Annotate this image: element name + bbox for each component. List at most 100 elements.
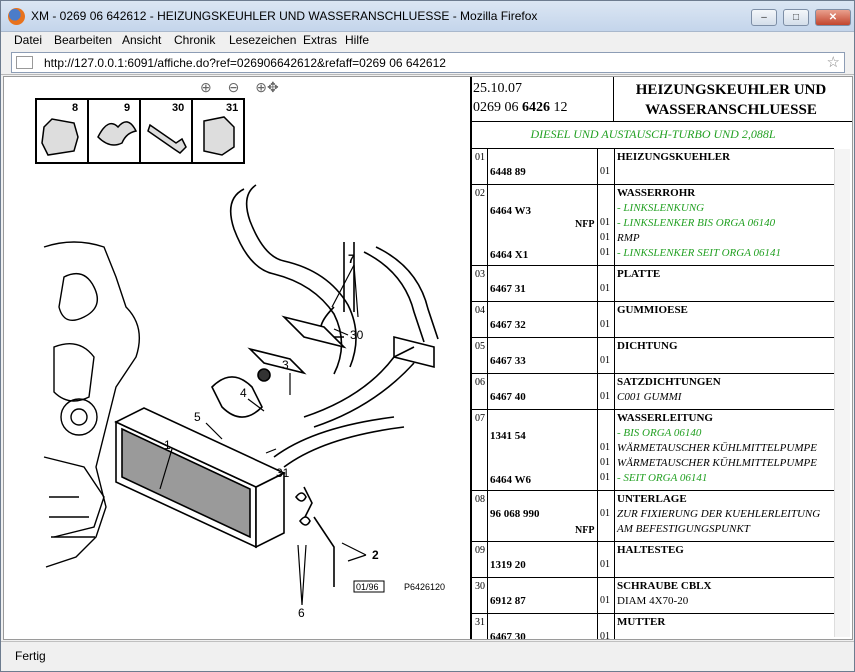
title-bar: XM - 0269 06 642612 - HEIZUNGSKEUHLER UN… bbox=[1, 1, 854, 32]
row-number: 02 bbox=[475, 188, 485, 199]
status-bar: Fertig bbox=[1, 641, 854, 671]
row-number: 01 bbox=[475, 152, 485, 163]
browser-window: XM - 0269 06 642612 - HEIZUNGSKEUHLER UN… bbox=[0, 0, 855, 672]
minimize-button[interactable]: – bbox=[751, 9, 777, 26]
table-row: 07 1341 54 6464 W6 01 01 01 WASSERLEITUNG - BIS… bbox=[472, 410, 834, 491]
maximize-button[interactable]: □ bbox=[783, 9, 809, 26]
parts-list-pane: 25.10.07 0269 06 6426 12 HEIZUNGSKEUHLER… bbox=[472, 77, 852, 639]
row-number: 03 bbox=[475, 269, 485, 280]
part-reference[interactable]: 1319 20 bbox=[490, 559, 526, 571]
part-name: WASSERLEITUNG bbox=[617, 412, 713, 424]
part-reference[interactable]: 6467 31 bbox=[490, 283, 526, 295]
nfp-flag: NFP bbox=[575, 219, 595, 230]
callout-30: 30 bbox=[350, 328, 364, 342]
table-row: 08 96 068 990 NFP 01 UNTERLAGE ZUR FIXIERUNG … bbox=[472, 491, 834, 542]
quantity: 01 bbox=[600, 232, 610, 243]
quantity: 01 bbox=[600, 283, 610, 294]
quantity: 01 bbox=[600, 508, 610, 519]
parts-diagram: 8 9 30 31 7 3 4 30 5 1 31 2 6 01/96 P642… bbox=[35, 98, 445, 620]
part-note: WÄRMETAUSCHER KÜHLMITTELPUMPE bbox=[617, 457, 817, 469]
menu-bearbeiten[interactable]: Bearbeiten bbox=[54, 33, 112, 47]
menu-hilfe[interactable]: Hilfe bbox=[345, 33, 369, 47]
row-number: 31 bbox=[475, 617, 485, 628]
quantity: 01 bbox=[600, 472, 610, 483]
table-row: 02 6464 W3 6464 X1 NFP 01 01 01 WASSERROHR - LIN… bbox=[472, 185, 834, 266]
row-number: 08 bbox=[475, 494, 485, 505]
callout-7: 7 bbox=[348, 252, 355, 266]
quantity: 01 bbox=[600, 442, 610, 453]
page-content: ⊕ ⊖ ⊕✥ 8 9 30 31 7 3 4 30 5 1 31 2 6 01/… bbox=[3, 76, 853, 640]
firefox-icon bbox=[8, 8, 25, 25]
table-row: 06 6467 40 01 SATZDICHTUNGEN C001 GUMMI bbox=[472, 374, 834, 410]
scrollbar[interactable] bbox=[834, 149, 850, 637]
row-number: 04 bbox=[475, 305, 485, 316]
callout-6: 6 bbox=[298, 606, 305, 620]
part-reference[interactable]: 6467 40 bbox=[490, 391, 526, 403]
thumb-label-31: 31 bbox=[226, 102, 238, 114]
row-number: 07 bbox=[475, 413, 485, 424]
part-reference[interactable]: 6448 89 bbox=[490, 166, 526, 178]
menu-extras[interactable]: Extras bbox=[303, 33, 337, 47]
part-note: - LINKSLENKER SEIT ORGA 06141 bbox=[617, 247, 781, 259]
part-name: DICHTUNG bbox=[617, 340, 678, 352]
part-reference[interactable]: 1341 54 bbox=[490, 430, 526, 442]
menu-lesezeichen[interactable]: Lesezeichen bbox=[229, 33, 296, 47]
part-reference[interactable]: 6464 W6 bbox=[490, 474, 531, 486]
callout-2: 2 bbox=[372, 548, 379, 562]
table-row: 31 6467 30 01 MUTTER bbox=[472, 614, 834, 639]
quantity: 01 bbox=[600, 319, 610, 330]
part-note: - LINKSLENKER BIS ORGA 06140 bbox=[617, 217, 776, 229]
row-number: 30 bbox=[475, 581, 485, 592]
part-reference[interactable]: 6464 X1 bbox=[490, 249, 528, 261]
part-name: SATZDICHTUNGEN bbox=[617, 376, 721, 388]
menu-chronik[interactable]: Chronik bbox=[174, 33, 215, 47]
part-note: AM BEFESTIGUNGSPUNKT bbox=[617, 523, 750, 535]
menu-bar: Datei Bearbeiten Ansicht Chronik Lesezei… bbox=[1, 32, 854, 50]
url-text[interactable]: http://127.0.0.1:6091/affiche.do?ref=026… bbox=[44, 56, 446, 70]
quantity: 01 bbox=[600, 559, 610, 570]
table-row: 04 6467 32 01 GUMMIOESE bbox=[472, 302, 834, 338]
quantity: 01 bbox=[600, 217, 610, 228]
header-reference: 0269 06 6426 12 bbox=[473, 100, 568, 115]
heater-core bbox=[114, 407, 286, 549]
parts-table: 01 6448 89 01 HEIZUNGSKUEHLER 02 6464 W3 6464 … bbox=[472, 149, 834, 639]
quantity: 01 bbox=[600, 595, 610, 606]
part-name: HALTESTEG bbox=[617, 544, 684, 556]
part-reference[interactable]: 6912 87 bbox=[490, 595, 526, 607]
menu-datei[interactable]: Datei bbox=[14, 33, 42, 47]
callout-4: 4 bbox=[240, 386, 247, 400]
menu-ansicht[interactable]: Ansicht bbox=[122, 33, 161, 47]
header-subtitle: DIESEL UND AUSTAUSCH-TURBO UND 2,088L bbox=[530, 127, 776, 141]
part-name: UNTERLAGE bbox=[617, 493, 687, 505]
part-name: GUMMIOESE bbox=[617, 304, 688, 316]
part-note: C001 GUMMI bbox=[617, 391, 682, 403]
diagram-footer-code: P6426120 bbox=[404, 582, 445, 592]
status-text: Fertig bbox=[15, 649, 46, 663]
quantity: 01 bbox=[600, 391, 610, 402]
row-number: 09 bbox=[475, 545, 485, 556]
part-reference[interactable]: 6467 32 bbox=[490, 319, 526, 331]
part-reference[interactable]: 96 068 990 bbox=[490, 508, 540, 520]
part-note: DIAM 4X70-20 bbox=[617, 595, 689, 607]
quantity: 01 bbox=[600, 631, 610, 639]
close-button[interactable]: ✕ bbox=[815, 9, 851, 26]
callout-5: 5 bbox=[194, 410, 201, 424]
part-name: SCHRAUBE CBLX bbox=[617, 580, 712, 592]
part-reference[interactable]: 6467 30 bbox=[490, 631, 526, 639]
callout-1: 1 bbox=[164, 438, 171, 452]
thumb-label-30: 30 bbox=[172, 102, 184, 114]
part-reference[interactable]: 6464 W3 bbox=[490, 205, 531, 217]
address-bar[interactable]: http://127.0.0.1:6091/affiche.do?ref=026… bbox=[11, 52, 845, 73]
part-31-thumb bbox=[203, 116, 235, 156]
engine-block bbox=[43, 241, 140, 568]
page-icon bbox=[16, 56, 33, 69]
nfp-flag: NFP bbox=[575, 525, 595, 536]
navigation-bar: http://127.0.0.1:6091/affiche.do?ref=026… bbox=[1, 50, 854, 75]
part-name: PLATTE bbox=[617, 268, 661, 280]
table-row: 03 6467 31 01 PLATTE bbox=[472, 266, 834, 302]
table-row: 30 6912 87 01 SCHRAUBE CBLX DIAM 4X70-20 bbox=[472, 578, 834, 614]
table-row: 05 6467 33 01 DICHTUNG bbox=[472, 338, 834, 374]
bookmark-star-icon[interactable]: ☆ bbox=[827, 53, 840, 71]
part-reference[interactable]: 6467 33 bbox=[490, 355, 526, 367]
part-note: - LINKSLENKUNG bbox=[617, 202, 705, 214]
